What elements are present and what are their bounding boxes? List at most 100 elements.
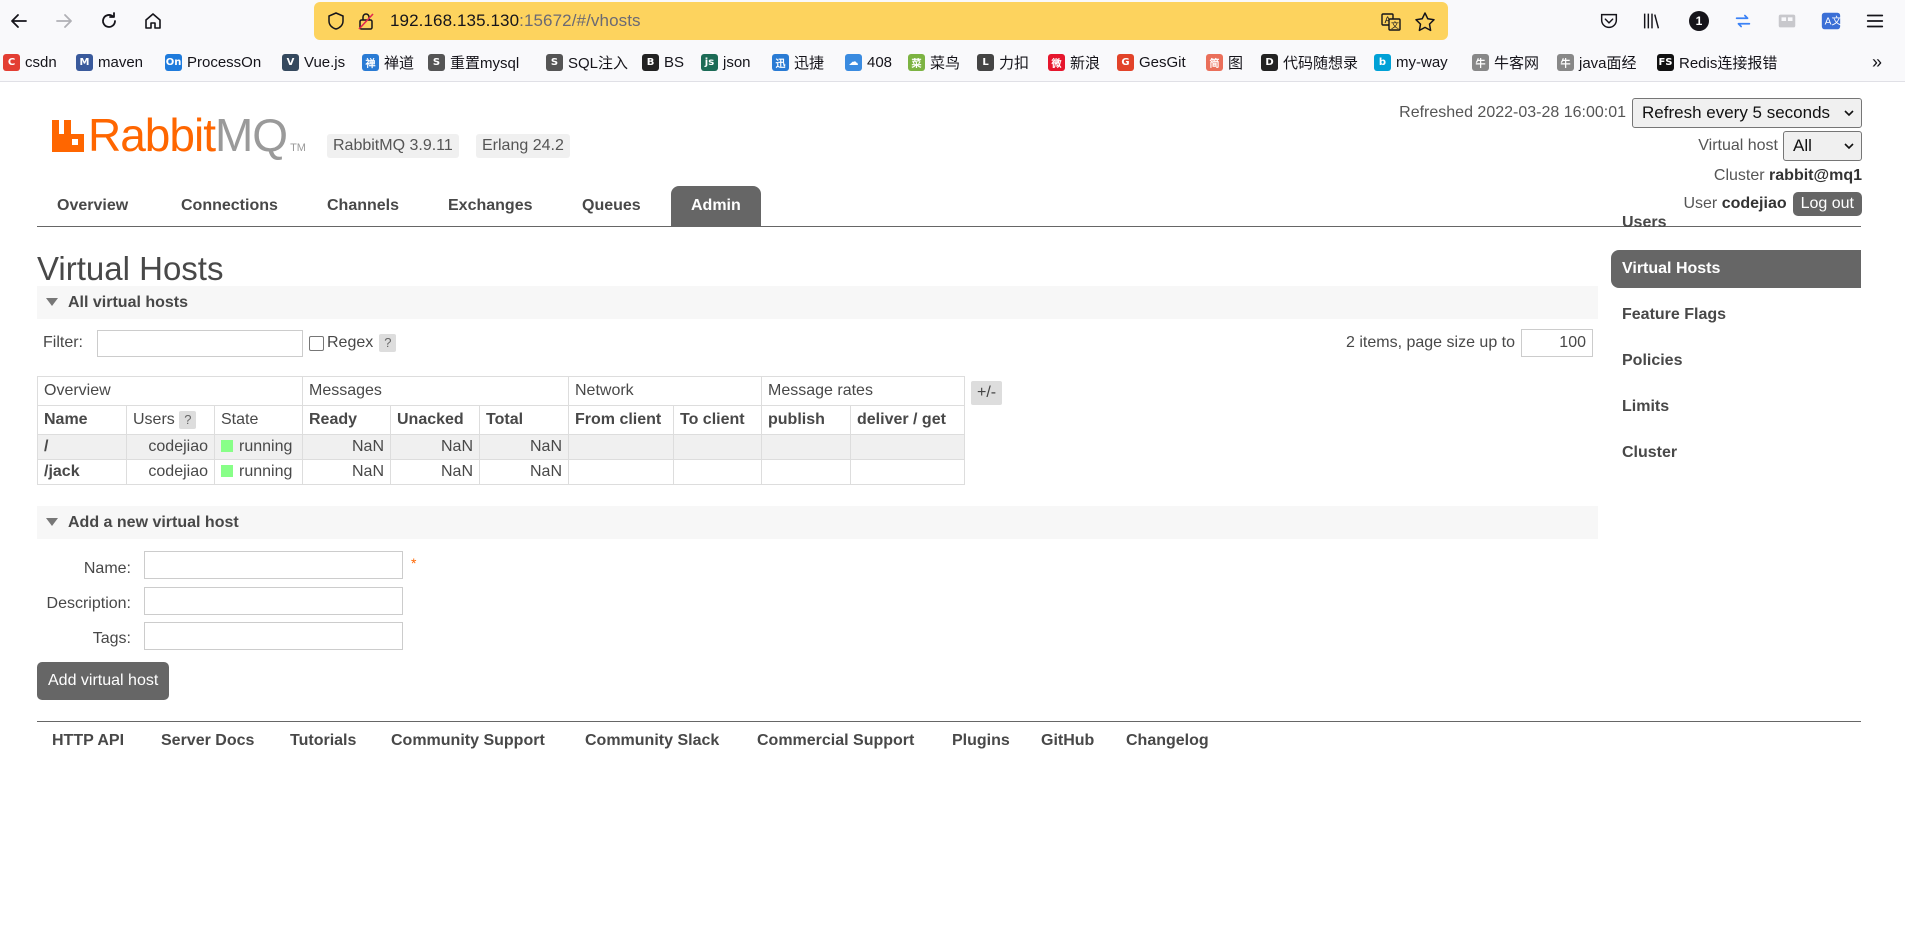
table-row[interactable]: /jack codejiao running NaN NaN NaN bbox=[37, 459, 965, 485]
sync-icon[interactable] bbox=[1731, 9, 1755, 33]
virtual-host-select[interactable]: All bbox=[1783, 131, 1862, 161]
bookmark-11[interactable]: 菜菜鸟 bbox=[908, 51, 960, 73]
bookmark-1[interactable]: Mmaven bbox=[76, 51, 143, 73]
footer-link-community-support[interactable]: Community Support bbox=[391, 732, 545, 750]
tab-admin[interactable]: Admin bbox=[671, 186, 761, 226]
rabbitmq-logo[interactable]: RabbitMQ TM bbox=[50, 112, 306, 158]
bookmark-17[interactable]: b my-way bbox=[1374, 51, 1448, 73]
bookmarks-bar: Ccsdn Mmaven On ProcessOn V Vue.js 禅禅道 S 重置mysql… bbox=[0, 42, 1905, 82]
forward-icon[interactable] bbox=[48, 5, 80, 37]
section-title: All virtual hosts bbox=[68, 294, 189, 311]
bookmark-8[interactable]: js json bbox=[701, 51, 751, 73]
address-bar[interactable]: 192.168.135.130:15672/#/vhosts A文 bbox=[314, 2, 1448, 40]
regex-checkbox[interactable] bbox=[309, 335, 324, 351]
bookmark-9[interactable]: 迅迅捷 bbox=[772, 51, 824, 73]
translate-icon[interactable]: A文 bbox=[1380, 11, 1402, 33]
table-row[interactable]: / codejiao running NaN NaN NaN bbox=[37, 434, 965, 460]
column-header-from-client[interactable]: From client bbox=[568, 405, 674, 435]
users-help-button[interactable]: ? bbox=[179, 411, 197, 429]
column-header-ready[interactable]: Ready bbox=[302, 405, 391, 435]
tab-queues[interactable]: Queues bbox=[562, 186, 661, 226]
bookmark-14[interactable]: G GesGit bbox=[1117, 51, 1186, 73]
regex-help-button[interactable]: ? bbox=[379, 334, 397, 352]
extension-grid-icon[interactable] bbox=[1775, 9, 1799, 33]
bookmark-4[interactable]: 禅禅道 bbox=[362, 51, 414, 73]
bookmark-7[interactable]: B BS bbox=[642, 51, 684, 73]
add-virtual-host-button[interactable]: Add virtual host bbox=[37, 662, 170, 700]
tab-connections[interactable]: Connections bbox=[161, 186, 298, 226]
back-icon[interactable] bbox=[3, 5, 35, 37]
footer-link-http-api[interactable]: HTTP API bbox=[52, 732, 124, 750]
column-header-state[interactable]: State bbox=[214, 405, 303, 435]
column-header-to-client[interactable]: To client bbox=[673, 405, 762, 435]
library-icon[interactable] bbox=[1640, 9, 1664, 33]
footer-link-community-slack[interactable]: Community Slack bbox=[585, 732, 719, 750]
bookmark-0[interactable]: Ccsdn bbox=[3, 51, 57, 73]
bookmark-12[interactable]: L 力扣 bbox=[977, 51, 1029, 73]
logo-trademark: TM bbox=[290, 142, 306, 154]
sidebar-item-users[interactable]: Users bbox=[1611, 204, 1861, 242]
add-virtual-host-section-toggle[interactable]: Add a new virtual host bbox=[37, 506, 1598, 539]
column-header-deliver-get[interactable]: deliver / get bbox=[850, 405, 965, 435]
footer-link-commercial-support[interactable]: Commercial Support bbox=[757, 732, 914, 750]
bookmark-5[interactable]: S 重置mysql bbox=[428, 51, 519, 73]
page-size-input[interactable] bbox=[1521, 329, 1593, 357]
bookmark-3[interactable]: V Vue.js bbox=[282, 51, 345, 73]
column-header-users[interactable]: Users ? bbox=[126, 405, 215, 435]
shield-icon[interactable] bbox=[326, 11, 346, 31]
bookmark-label: maven bbox=[98, 53, 144, 71]
pocket-icon[interactable] bbox=[1597, 9, 1621, 33]
bookmark-20[interactable]: FS Redis连接报错 bbox=[1657, 51, 1777, 73]
sidebar-item-virtual-hosts[interactable]: Virtual Hosts bbox=[1611, 250, 1861, 288]
vhost-name-link[interactable]: /jack bbox=[37, 459, 127, 485]
column-header-unacked[interactable]: Unacked bbox=[390, 405, 480, 435]
rate-deliver-get bbox=[850, 459, 965, 485]
bookmark-6[interactable]: S SQL注入 bbox=[546, 51, 628, 73]
sql-icon: S bbox=[546, 53, 563, 71]
vhost-name-input[interactable] bbox=[144, 551, 403, 579]
footer-link-plugins[interactable]: Plugins bbox=[952, 732, 1010, 750]
bookmarks-overflow-icon[interactable]: » bbox=[1872, 51, 1882, 73]
bookmark-label: csdn bbox=[25, 53, 57, 71]
home-icon[interactable] bbox=[137, 5, 169, 37]
vhost-tags-input[interactable] bbox=[144, 622, 403, 650]
reload-icon[interactable] bbox=[93, 5, 125, 37]
filter-input[interactable] bbox=[97, 329, 303, 357]
sidebar-item-cluster[interactable]: Cluster bbox=[1611, 434, 1861, 472]
column-header-name[interactable]: Name bbox=[37, 405, 127, 435]
vhost-users: codejiao bbox=[126, 434, 215, 460]
bookmark-10[interactable]: ☁ 408 bbox=[845, 51, 892, 73]
bookmark-16[interactable]: D 代码随想录 bbox=[1261, 51, 1358, 73]
messages-ready: NaN bbox=[302, 459, 391, 485]
footer-link-github[interactable]: GitHub bbox=[1041, 732, 1094, 750]
column-header-publish[interactable]: publish bbox=[761, 405, 851, 435]
fs-icon: FS bbox=[1657, 53, 1674, 71]
vhost-description-input[interactable] bbox=[144, 587, 403, 615]
sidebar-item-policies[interactable]: Policies bbox=[1611, 342, 1861, 380]
column-header-total[interactable]: Total bbox=[479, 405, 569, 435]
xunjie-icon: 迅 bbox=[772, 53, 789, 71]
footer-link-tutorials[interactable]: Tutorials bbox=[290, 732, 356, 750]
column-toggle-button[interactable]: +/- bbox=[971, 381, 1003, 405]
vhost-name-link[interactable]: / bbox=[37, 434, 127, 460]
bookmark-13[interactable]: 微新浪 bbox=[1048, 51, 1100, 73]
tab-overview[interactable]: Overview bbox=[37, 186, 148, 226]
bookmark-15[interactable]: 简图 bbox=[1206, 51, 1243, 73]
refresh-interval-select[interactable]: Refresh every 5 seconds bbox=[1632, 98, 1862, 128]
bookmark-19[interactable]: 牛 java面经 bbox=[1557, 51, 1637, 73]
tab-exchanges[interactable]: Exchanges bbox=[428, 186, 552, 226]
translate-extension-icon[interactable]: A文 bbox=[1819, 9, 1843, 33]
all-virtual-hosts-section-toggle[interactable]: All virtual hosts bbox=[37, 286, 1598, 319]
footer-link-server-docs[interactable]: Server Docs bbox=[161, 732, 254, 750]
sidebar-item-limits[interactable]: Limits bbox=[1611, 388, 1861, 426]
footer-link-changelog[interactable]: Changelog bbox=[1126, 732, 1209, 750]
menu-icon[interactable] bbox=[1863, 9, 1887, 33]
bookmark-18[interactable]: 牛牛客网 bbox=[1472, 51, 1539, 73]
bookmark-label: Vue.js bbox=[304, 53, 346, 71]
insecure-lock-icon[interactable] bbox=[356, 11, 376, 31]
bookmark-star-icon[interactable] bbox=[1414, 11, 1436, 33]
bookmark-2[interactable]: On ProcessOn bbox=[165, 51, 261, 73]
notification-badge[interactable]: 1 bbox=[1687, 9, 1711, 33]
tab-channels[interactable]: Channels bbox=[307, 186, 419, 226]
sidebar-item-feature-flags[interactable]: Feature Flags bbox=[1611, 296, 1861, 334]
